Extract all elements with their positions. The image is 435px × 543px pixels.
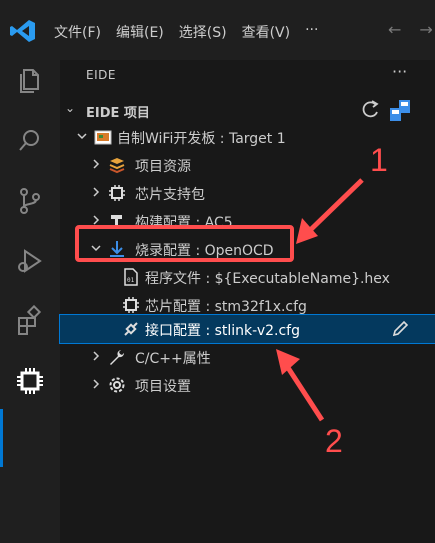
section-label: EIDE 项目: [86, 106, 150, 121]
chevron-right-icon: [93, 351, 100, 361]
tree-label: 项目资源: [135, 159, 191, 175]
tree-item-interface-config[interactable]: 接口配置 : stlink-v2.cfg: [59, 314, 435, 344]
eide-chip-icon[interactable]: [14, 365, 46, 397]
sidebar-title: EIDE: [86, 68, 116, 82]
tree-label: C/C++属性: [135, 351, 211, 367]
project-board-icon: [94, 130, 112, 145]
nav-arrows: ← →: [388, 20, 433, 39]
chip-icon: [123, 297, 139, 313]
tree-label: 构建配置 : AC5: [135, 215, 233, 231]
tree-label: 程序文件 : ${ExecutableName}.hex: [145, 271, 390, 287]
tree-item-chip-pack[interactable]: 芯片支持包: [60, 179, 435, 207]
menu-file[interactable]: 文件(F): [54, 22, 101, 42]
tree-item-build-config[interactable]: 构建配置 : AC5: [60, 207, 435, 235]
menu-edit[interactable]: 编辑(E): [116, 22, 164, 42]
tree-label: 芯片支持包: [135, 187, 205, 203]
tree-label: 烧录配置 : OpenOCD: [135, 243, 274, 259]
tree-label: 芯片配置 : stm32f1x.cfg: [145, 299, 307, 315]
tree-item-program-file[interactable]: 01 程序文件 : ${ExecutableName}.hex: [60, 263, 435, 291]
source-control-icon[interactable]: [14, 185, 46, 217]
plug-icon: [124, 322, 138, 336]
chip-icon: [109, 185, 125, 201]
gear-icon: [109, 377, 125, 393]
refresh-icon[interactable]: [360, 98, 382, 120]
resources-icon: [109, 158, 125, 174]
section-header-eide-project[interactable]: ⌄ EIDE 项目: [60, 98, 435, 122]
hammer-icon: [111, 215, 122, 229]
tree-item-cpp-props[interactable]: C/C++属性: [60, 343, 435, 371]
chevron-down-icon: ⌄: [65, 101, 76, 115]
forward-arrow-icon[interactable]: →: [419, 20, 432, 39]
tree-label: 接口配置 : stlink-v2.cfg: [145, 323, 300, 339]
active-indicator: [0, 409, 3, 467]
device-icon[interactable]: [388, 98, 412, 122]
activity-bar: [0, 60, 60, 543]
tree-label: 项目设置: [135, 379, 191, 395]
more-actions-icon[interactable]: ···: [392, 62, 407, 81]
chevron-right-icon: [93, 379, 100, 389]
wrench-icon: [110, 350, 125, 365]
svg-text:01: 01: [127, 277, 135, 284]
extensions-icon[interactable]: [14, 304, 46, 337]
tree-item-flash-config[interactable]: 烧录配置 : OpenOCD: [60, 235, 435, 263]
annotation-number-2: 2: [325, 423, 343, 459]
chevron-right-icon: [93, 215, 100, 225]
search-icon[interactable]: [14, 125, 46, 157]
menu-bar: 文件(F) 编辑(E) 选择(S) 查看(V) ···: [54, 22, 333, 42]
chevron-down-icon: [77, 133, 87, 140]
chevron-down-icon: [91, 245, 101, 252]
chevron-right-icon: [93, 187, 100, 197]
annotation-number-1: 1: [370, 142, 388, 178]
chevron-right-icon: [93, 159, 100, 169]
eide-sidebar: EIDE ··· ⌄ EIDE 项目 自制WiFi开发板 : Target 1 …: [59, 60, 435, 543]
menu-view[interactable]: 查看(V): [242, 22, 291, 42]
explorer-icon[interactable]: [14, 65, 46, 97]
menu-more[interactable]: ···: [305, 22, 318, 42]
back-arrow-icon[interactable]: ←: [388, 20, 401, 39]
menu-selection[interactable]: 选择(S): [179, 22, 227, 42]
tree-item-project-settings[interactable]: 项目设置: [60, 371, 435, 399]
title-bar: 文件(F) 编辑(E) 选择(S) 查看(V) ··· ← →: [0, 0, 435, 60]
run-debug-icon[interactable]: [14, 245, 46, 277]
vscode-logo-icon: [10, 20, 35, 42]
edit-pencil-icon[interactable]: [390, 319, 410, 339]
tree-label: 自制WiFi开发板 : Target 1: [117, 131, 286, 147]
download-arrow-icon: [110, 241, 124, 257]
file-binary-icon: 01: [124, 268, 138, 286]
